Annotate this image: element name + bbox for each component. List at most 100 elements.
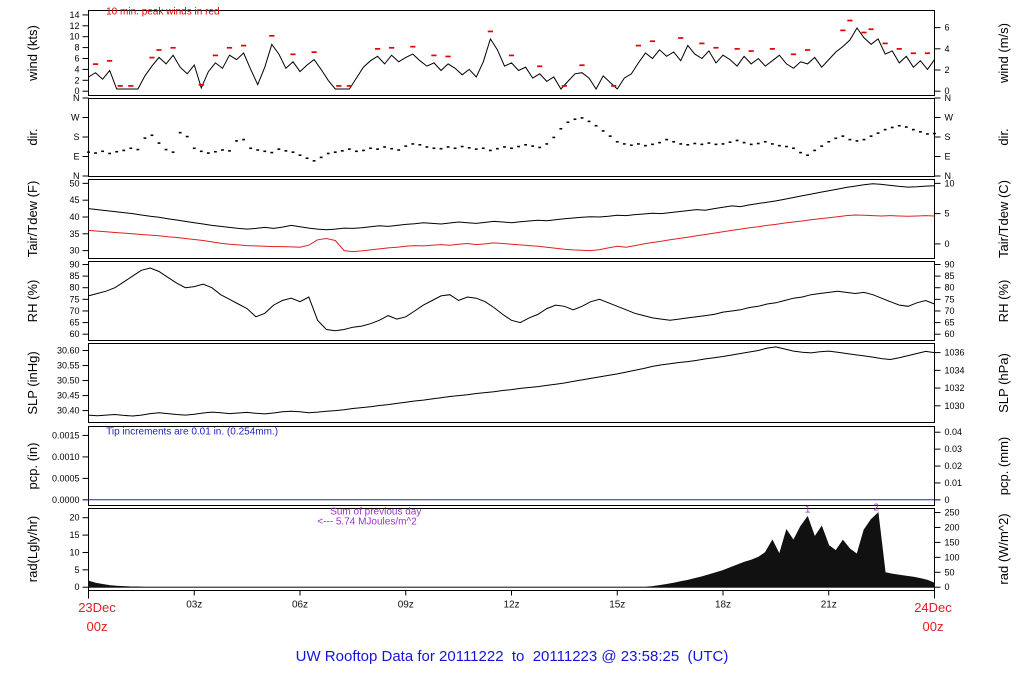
ytick-label-left: 5 [74, 565, 79, 575]
dir-dot [573, 118, 577, 121]
dir-dot [460, 145, 464, 148]
annotation: <--- 5.74 MJoules/m^2 [317, 517, 417, 528]
dir-dot [876, 132, 880, 134]
ytick-label-left: 8 [74, 43, 79, 53]
dir-dot [559, 127, 563, 130]
dir-dot [735, 139, 739, 142]
dir-dot [538, 146, 542, 149]
dir-dot [298, 154, 302, 156]
ytick-label-right: 250 [945, 508, 960, 518]
ytick-label-right: 4 [945, 44, 950, 54]
panel-border-sea-level-pressure [88, 343, 935, 423]
dir-dot [362, 149, 365, 152]
dir-dot [749, 143, 753, 146]
panel-border-relative-humidity [88, 261, 935, 341]
dir-dot [446, 146, 450, 148]
dir-dot [284, 150, 288, 152]
dir-dot [101, 150, 104, 153]
annotation: 2 [874, 502, 880, 513]
dir-dot [404, 145, 408, 147]
dir-dot [679, 143, 683, 145]
dir-dot [848, 138, 852, 141]
dir-dot [129, 147, 133, 150]
ytick-label-right: 0.02 [945, 461, 963, 471]
x-axis-start-date: 23Dec 00z [60, 598, 134, 636]
x-tick-label: 18z [715, 600, 731, 611]
dir-dot [376, 148, 379, 150]
dir-dot [214, 150, 217, 153]
dir-dot [813, 149, 817, 152]
end-date-hour: 00z [922, 619, 944, 634]
dir-dot [263, 150, 267, 153]
ytick-label-left: 70 [69, 306, 79, 316]
dir-dot [778, 144, 781, 147]
annotation: 10 min. peak winds in red [106, 6, 219, 17]
ytick-label-left: N [73, 93, 80, 103]
ytick-label-left: 0.0010 [52, 452, 80, 462]
ytick-label-right: 0 [945, 239, 950, 249]
dir-dot [763, 140, 767, 143]
dir-dot [488, 149, 492, 152]
dir-dot [770, 143, 774, 145]
ytick-label-left: 10 [69, 547, 79, 557]
series-slp-inhg [88, 346, 935, 417]
ytick-label-right: 1036 [945, 348, 965, 358]
ytick-label-left: 75 [69, 294, 79, 304]
panel-border-temperature [88, 179, 935, 259]
dir-dot [806, 154, 809, 156]
panel-direction: NESWNNESWN [71, 93, 954, 181]
panel-relative-humidity: 6065707580859060657075808590 [69, 259, 955, 341]
dir-dot [615, 140, 619, 143]
panel-precipitation: 0.0000 0.0005 0.0010 0.0015 0 0.01 0.02 0.03 0.0… [52, 426, 963, 506]
ytick-label-left: 30.50 [57, 376, 80, 386]
dir-dot [897, 124, 901, 127]
dir-dot [235, 140, 238, 142]
dir-dot [792, 147, 795, 150]
dir-dot [665, 138, 668, 141]
ytick-label-right: 200 [945, 522, 960, 532]
ytick-label-right: 150 [945, 537, 960, 547]
dir-dot [608, 135, 612, 137]
dir-dot [87, 151, 90, 153]
dir-dot [425, 146, 429, 148]
dir-dot [270, 151, 274, 154]
dir-dot [855, 140, 859, 142]
dir-dot [566, 121, 570, 124]
series-wind-average [88, 27, 935, 90]
ytick-label-right: 0 [945, 495, 950, 505]
dir-dot [206, 152, 210, 154]
dir-dot [545, 143, 549, 145]
panel-border-direction [88, 98, 935, 177]
series-wind-direction-deg [87, 117, 936, 162]
dir-dot [474, 148, 478, 150]
start-date-day: 23Dec [78, 600, 116, 615]
page-title: UW Rooftop Data for 20111222 to 20111223… [295, 648, 729, 665]
ytick-label-left: 35 [69, 229, 79, 239]
ytick-label-left: 15 [69, 530, 79, 540]
dir-dot [439, 147, 443, 150]
dir-dot [707, 142, 711, 144]
dir-dot [742, 141, 746, 144]
dir-dot [136, 148, 140, 151]
ytick-label-left: 0.0000 [52, 495, 80, 505]
series-rad-lgly-hr [88, 512, 935, 588]
dir-dot [185, 135, 189, 138]
dir-dot [883, 128, 887, 131]
ytick-label-left: 2 [74, 75, 79, 85]
ytick-label-left: 4 [74, 64, 79, 74]
panel-solar-radiation: 05101520050100150200250Sum of previous d… [69, 502, 959, 592]
annotation: Sum of previous day [330, 506, 421, 517]
ytick-label-right: 2 [945, 65, 950, 75]
x-tick-label: 06z [292, 600, 308, 611]
x-tick-label: 12z [503, 600, 519, 611]
dir-dot [242, 138, 245, 141]
panel-border-wind [88, 10, 935, 96]
dir-dot [629, 144, 633, 147]
ytick-label-right: 75 [945, 294, 955, 304]
dir-dot [355, 150, 358, 153]
ytick-label-left: 0.0015 [52, 430, 80, 440]
end-date-day: 24Dec [914, 600, 952, 615]
dir-dot [228, 150, 231, 152]
dir-dot [340, 150, 344, 152]
ytick-label-right: E [945, 152, 951, 162]
